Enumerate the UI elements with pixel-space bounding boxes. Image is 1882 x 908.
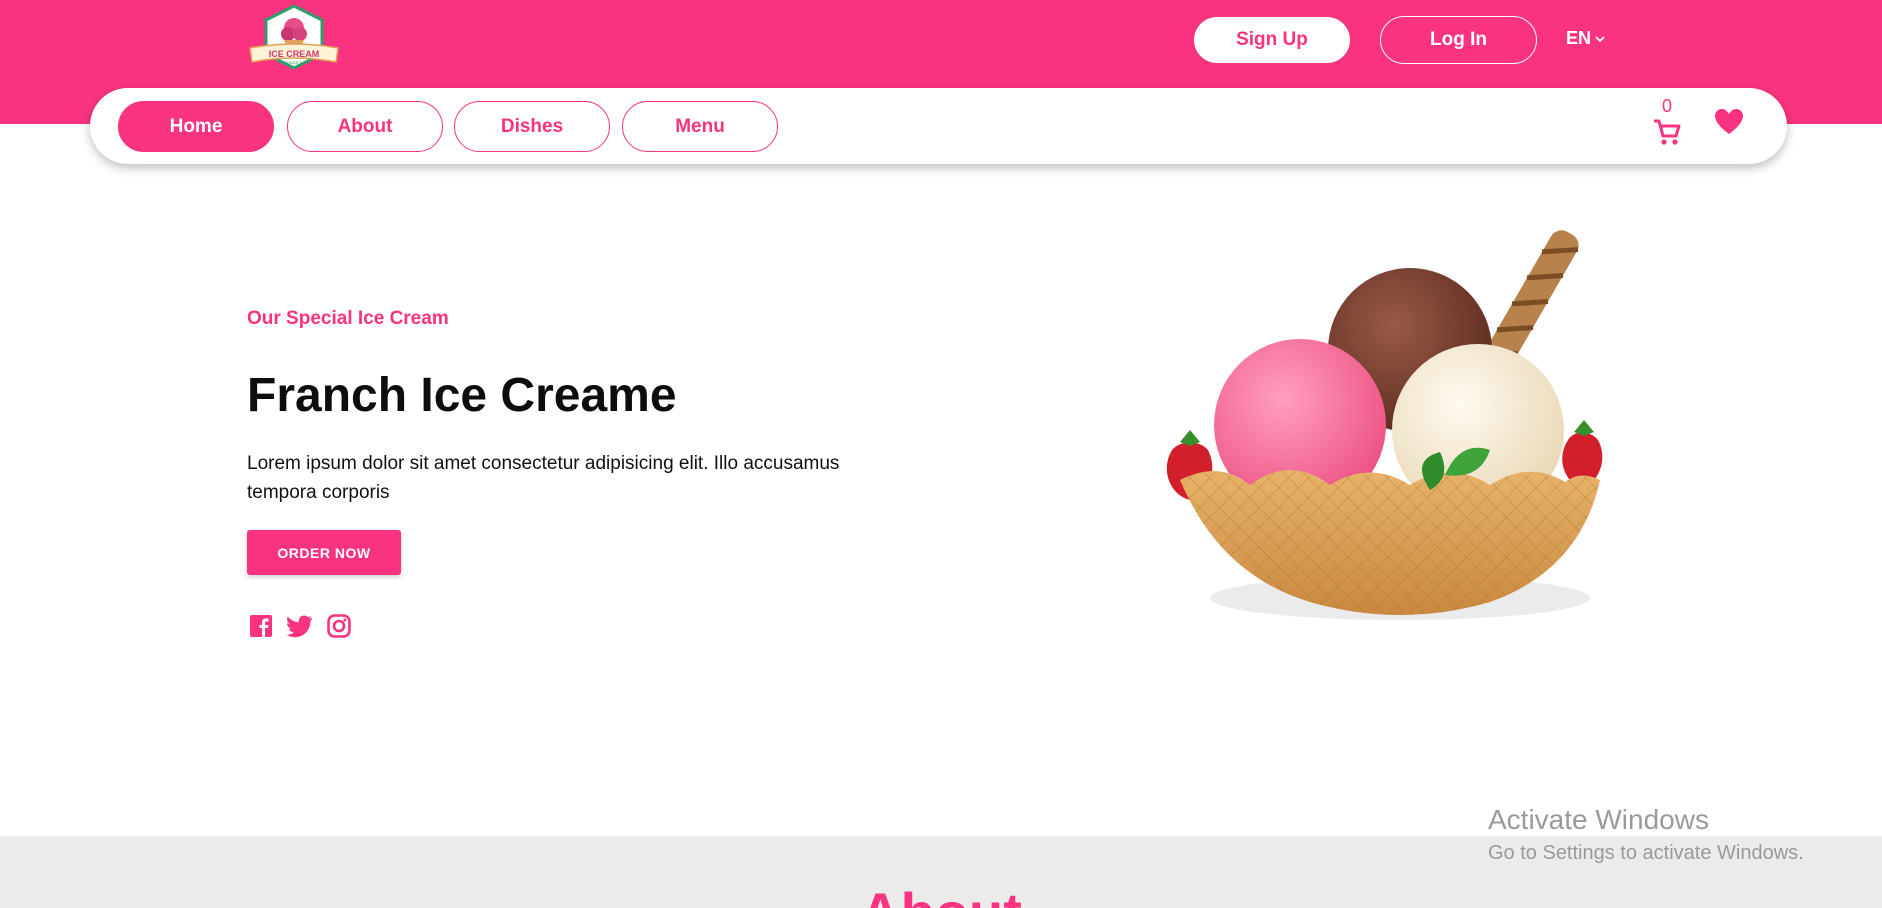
- hero-title: Franch Ice Creame: [247, 369, 677, 422]
- activate-windows-watermark: Activate Windows Go to Settings to activ…: [1488, 804, 1804, 865]
- hero-subtitle: Our Special Ice Cream: [247, 308, 449, 329]
- site-logo[interactable]: ICE CREAM HOMEMADE DAILY: [248, 4, 340, 74]
- heart-icon[interactable]: [1714, 108, 1744, 136]
- cart-icon: [1654, 119, 1681, 145]
- twitter-icon[interactable]: [287, 614, 313, 638]
- logo-text: ICE CREAM: [269, 49, 320, 59]
- nav-menu[interactable]: Menu: [622, 101, 778, 152]
- logo-subtext: HOMEMADE DAILY: [278, 61, 310, 65]
- language-label: EN: [1566, 28, 1592, 48]
- sign-up-button[interactable]: Sign Up: [1194, 17, 1350, 63]
- instagram-icon[interactable]: [327, 614, 351, 638]
- nav-dishes[interactable]: Dishes: [454, 101, 610, 152]
- ice-cream-bowl-image: [1160, 230, 1620, 640]
- cart-button[interactable]: 0: [1650, 92, 1690, 148]
- hero-description: Lorem ipsum dolor sit amet consectetur a…: [247, 453, 840, 503]
- watermark-subtitle: Go to Settings to activate Windows.: [1488, 842, 1804, 864]
- order-now-button[interactable]: ORDER NOW: [247, 530, 401, 575]
- log-in-button[interactable]: Log In: [1380, 16, 1537, 64]
- chevron-down-icon: [1595, 35, 1605, 42]
- social-links: [249, 614, 351, 638]
- language-selector[interactable]: EN: [1566, 28, 1605, 49]
- about-section-title: About: [0, 880, 1882, 908]
- main-navbar: Home About Dishes Menu 0: [90, 88, 1787, 164]
- facebook-icon[interactable]: [249, 614, 273, 638]
- nav-about[interactable]: About: [287, 101, 443, 152]
- nav-home[interactable]: Home: [118, 101, 274, 152]
- cart-count: 0: [1662, 96, 1673, 116]
- watermark-title: Activate Windows: [1488, 804, 1709, 835]
